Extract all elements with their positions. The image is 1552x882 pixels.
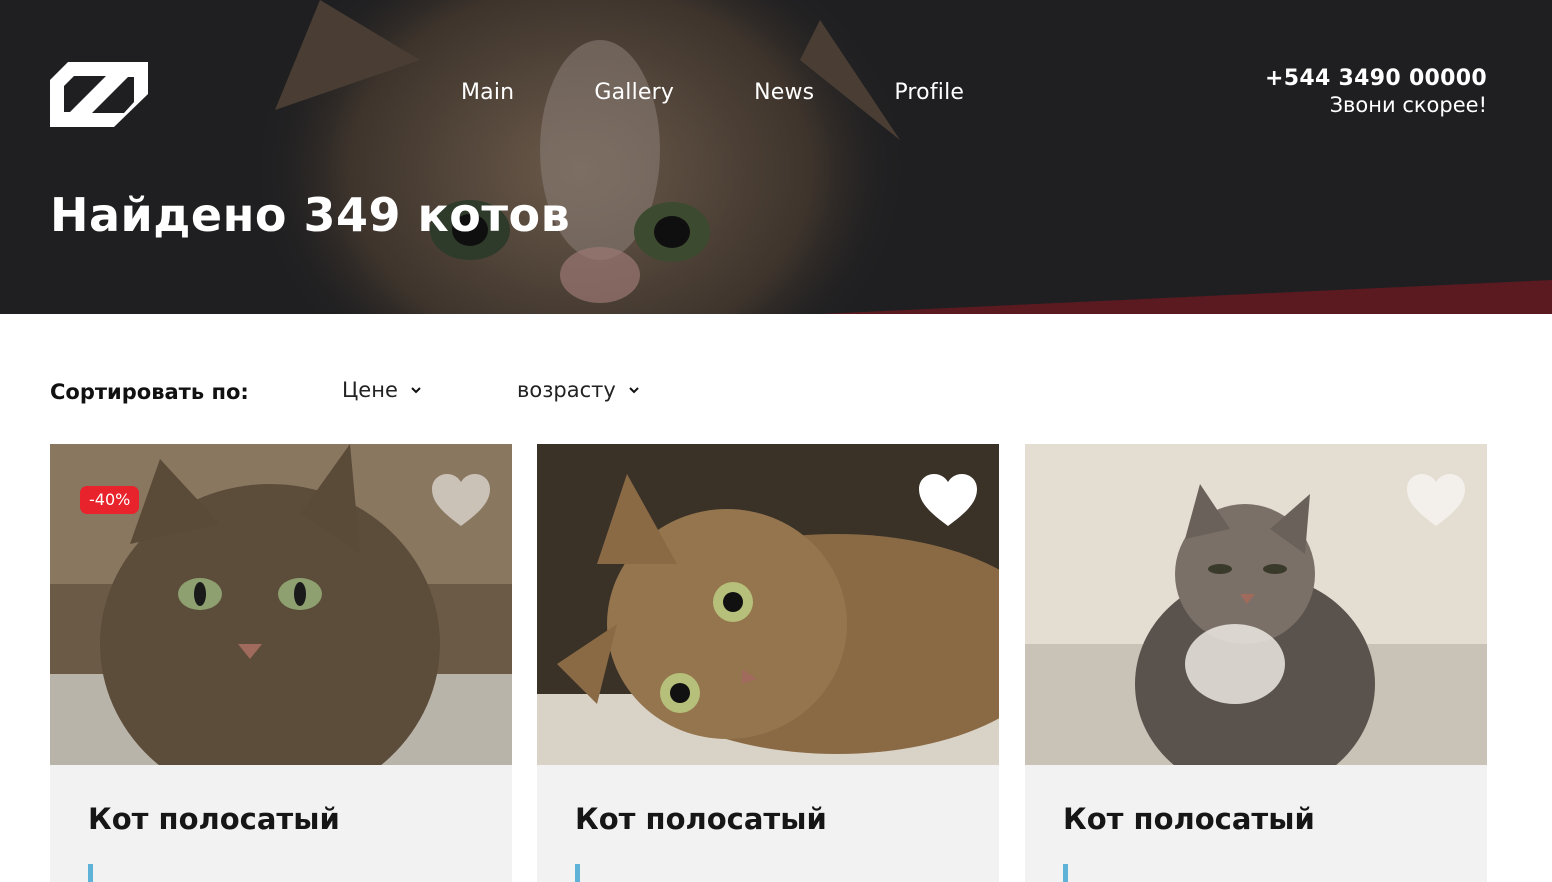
card-title: Кот полосатый: [575, 802, 827, 836]
nav-link-gallery[interactable]: Gallery: [594, 80, 674, 105]
nav-link-main[interactable]: Main: [461, 80, 514, 105]
sort-by-price-dropdown[interactable]: Цене: [342, 378, 422, 402]
contact-block: +544 3490 00000 Звони скорее!: [1265, 66, 1487, 117]
card-title: Кот полосатый: [88, 802, 340, 836]
sort-option-label: Цене: [342, 378, 398, 402]
card-accent-bar: [88, 864, 93, 882]
hero-header: Main Gallery News Profile +544 3490 0000…: [0, 0, 1552, 314]
card-accent-bar: [1063, 864, 1068, 882]
chevron-down-icon: [629, 387, 639, 394]
chevron-down-icon: [411, 387, 421, 394]
nav-link-news[interactable]: News: [754, 80, 814, 105]
logo-icon[interactable]: [50, 62, 148, 127]
heart-icon[interactable]: [1407, 474, 1465, 528]
sort-option-label: возрасту: [517, 378, 616, 402]
cat-card[interactable]: Кот полосатый: [537, 444, 999, 882]
nav-link-profile[interactable]: Profile: [894, 80, 964, 105]
card-title: Кот полосатый: [1063, 802, 1315, 836]
phone-number[interactable]: +544 3490 00000: [1265, 66, 1487, 91]
page-title: Найдено 349 котов: [50, 188, 571, 242]
call-prompt: Звони скорее!: [1329, 93, 1487, 117]
cat-card[interactable]: Кот полосатый: [1025, 444, 1487, 882]
discount-badge: -40%: [80, 486, 140, 514]
sort-label: Сортировать по:: [50, 380, 249, 404]
card-accent-bar: [575, 864, 580, 882]
cat-card[interactable]: -40% Кот полосатый: [50, 444, 512, 882]
sort-by-age-dropdown[interactable]: возрасту: [517, 378, 640, 402]
heart-icon[interactable]: [919, 474, 977, 528]
main-nav: Main Gallery News Profile: [461, 80, 964, 105]
hero-background-image: [0, 0, 1552, 314]
sort-bar: Сортировать по:: [50, 376, 249, 408]
heart-icon[interactable]: [432, 474, 490, 528]
